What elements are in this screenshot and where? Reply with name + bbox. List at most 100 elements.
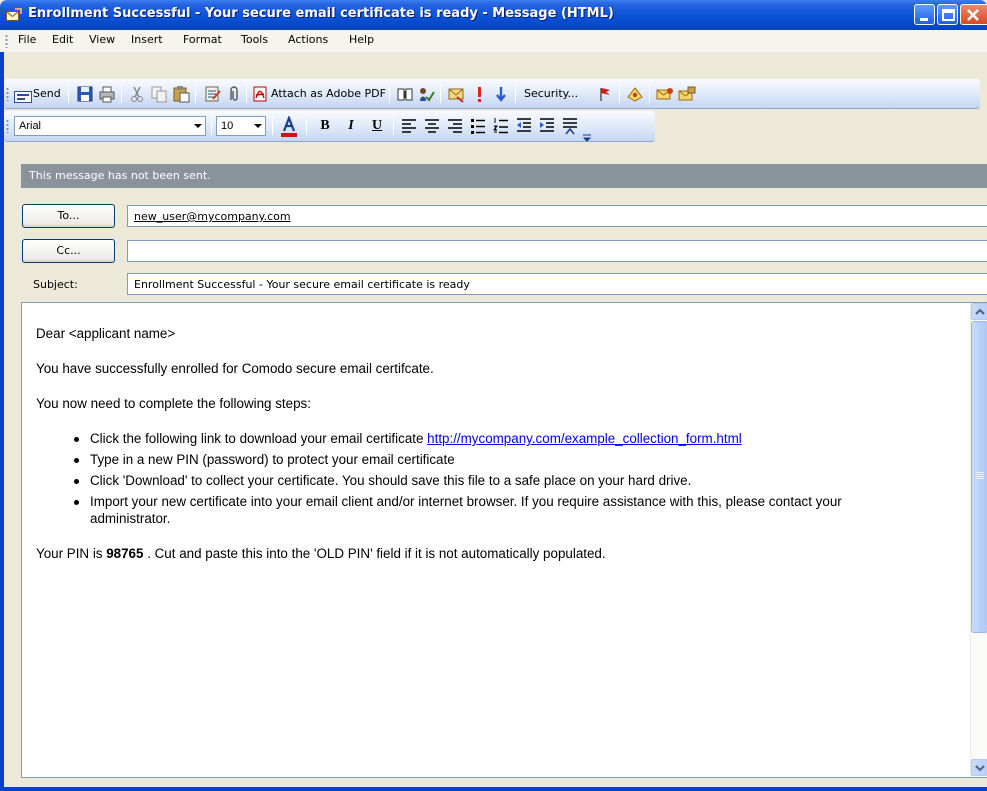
collection-form-link[interactable]: http://mycompany.com/example_collection_… xyxy=(427,431,742,446)
font-name-value: Arial xyxy=(19,120,42,132)
check-names-icon[interactable] xyxy=(396,85,414,103)
separator xyxy=(515,85,516,103)
separator xyxy=(393,117,394,135)
body-content[interactable]: Dear <applicant name> You have successfu… xyxy=(36,325,956,580)
separator xyxy=(389,85,390,103)
style-icon[interactable] xyxy=(561,117,579,135)
pin-text: Your PIN is 98765 . Cut and paste this i… xyxy=(36,545,956,562)
send-button[interactable]: Send xyxy=(33,87,61,100)
send-icon[interactable] xyxy=(14,88,32,103)
separator xyxy=(440,85,441,103)
list-item: Click the following link to download you… xyxy=(74,430,956,447)
greeting-text: Dear <applicant name> xyxy=(36,326,176,341)
menu-insert[interactable]: Insert xyxy=(131,33,163,46)
info-bar-text: This message has not been sent. xyxy=(29,169,211,182)
scroll-up-button[interactable] xyxy=(971,303,987,320)
address-book-icon[interactable] xyxy=(203,85,221,103)
steps-list: Click the following link to download you… xyxy=(74,430,956,527)
step1-text: Click the following link to download you… xyxy=(90,431,428,446)
attach-as-adobe-pdf-button[interactable]: Attach as Adobe PDF xyxy=(271,87,386,100)
scrollbar-thumb[interactable] xyxy=(971,321,987,633)
to-field[interactable]: new_user@mycompany.com xyxy=(127,205,987,227)
font-color-icon[interactable] xyxy=(279,114,299,138)
chevron-down-icon[interactable] xyxy=(191,117,205,135)
menu-bar: File Edit View Insert Format Tools Actio… xyxy=(0,30,987,52)
title-bar[interactable]: Enrollment Successful - Your secure emai… xyxy=(0,0,987,30)
underline-icon[interactable]: U xyxy=(366,116,388,136)
options-icon[interactable] xyxy=(447,85,465,103)
italic-icon[interactable]: I xyxy=(340,116,362,136)
toolbar-options-chevron-icon[interactable] xyxy=(582,128,592,142)
vertical-scrollbar[interactable] xyxy=(970,303,987,777)
enrolled-text: You have successfully enrolled for Comod… xyxy=(36,361,434,376)
pin-value: 98765 xyxy=(106,546,144,561)
security-button[interactable]: Security... xyxy=(524,87,578,100)
separator xyxy=(619,85,620,103)
align-left-icon[interactable] xyxy=(400,117,418,135)
menu-tools[interactable]: Tools xyxy=(241,33,268,46)
paste-icon[interactable] xyxy=(172,85,190,103)
decrease-indent-icon[interactable] xyxy=(515,117,533,135)
menu-help[interactable]: Help xyxy=(349,33,374,46)
standard-toolbar: Send Attach as Adobe PDF Security... xyxy=(4,79,980,109)
message-body[interactable]: Dear <applicant name> You have successfu… xyxy=(21,302,987,778)
toolbar-grip-icon[interactable] xyxy=(6,119,9,133)
check-spelling-icon[interactable] xyxy=(417,85,435,103)
digitally-sign-icon[interactable] xyxy=(656,85,674,103)
window-frame-bottom xyxy=(0,787,987,791)
list-item: Import your new certificate into your em… xyxy=(74,493,894,527)
menu-format[interactable]: Format xyxy=(183,33,222,46)
menu-view[interactable]: View xyxy=(89,33,115,46)
cc-button[interactable]: Cc... xyxy=(22,239,115,263)
list-item: Click 'Download' to collect your certifi… xyxy=(74,472,956,489)
maximize-button[interactable] xyxy=(937,4,958,25)
separator xyxy=(246,85,247,103)
list-item: Type in a new PIN (password) to protect … xyxy=(74,451,956,468)
cc-field[interactable] xyxy=(127,240,987,262)
font-size-combo[interactable]: 10 xyxy=(216,116,266,136)
separator xyxy=(649,85,650,103)
numbering-icon[interactable] xyxy=(492,117,510,135)
separator xyxy=(211,117,212,135)
pin-suffix: . Cut and paste this into the 'OLD PIN' … xyxy=(143,546,606,561)
scroll-down-button[interactable] xyxy=(971,759,987,776)
high-importance-icon[interactable] xyxy=(470,85,488,103)
compose-window: Enrollment Successful - Your secure emai… xyxy=(0,0,987,791)
encrypt-message-icon[interactable] xyxy=(678,85,696,103)
copy-icon[interactable] xyxy=(150,85,168,103)
separator xyxy=(121,85,122,103)
low-importance-icon[interactable] xyxy=(492,85,510,103)
permission-icon[interactable] xyxy=(626,85,644,103)
toolbar-grip-icon[interactable] xyxy=(6,87,9,101)
pin-prefix: Your PIN is xyxy=(36,546,107,561)
subject-field[interactable]: Enrollment Successful - Your secure emai… xyxy=(127,273,987,295)
attach-file-icon[interactable] xyxy=(224,85,242,103)
font-size-value: 10 xyxy=(221,120,234,132)
follow-up-flag-icon[interactable] xyxy=(596,85,614,103)
chevron-down-icon[interactable] xyxy=(251,117,265,135)
window-title: Enrollment Successful - Your secure emai… xyxy=(28,6,614,21)
font-name-combo[interactable]: Arial xyxy=(14,116,206,136)
envelope-icon xyxy=(6,7,22,21)
increase-indent-icon[interactable] xyxy=(538,117,556,135)
window-frame-left xyxy=(0,30,4,791)
align-center-icon[interactable] xyxy=(423,117,441,135)
close-button[interactable] xyxy=(960,4,987,25)
bullets-icon[interactable] xyxy=(469,117,487,135)
separator xyxy=(195,85,196,103)
minimize-button[interactable] xyxy=(914,4,935,25)
info-bar: This message has not been sent. xyxy=(21,164,987,188)
menu-file[interactable]: File xyxy=(18,33,36,46)
adobe-pdf-icon[interactable] xyxy=(251,85,269,103)
separator xyxy=(306,117,307,135)
bold-icon[interactable]: B xyxy=(314,116,336,136)
menu-actions[interactable]: Actions xyxy=(288,33,328,46)
cut-icon[interactable] xyxy=(128,85,146,103)
steps-intro-text: You now need to complete the following s… xyxy=(36,396,311,411)
print-icon[interactable] xyxy=(98,85,116,103)
menubar-grip-icon[interactable] xyxy=(5,34,8,48)
align-right-icon[interactable] xyxy=(446,117,464,135)
to-button[interactable]: To... xyxy=(22,204,115,228)
menu-edit[interactable]: Edit xyxy=(52,33,73,46)
save-icon[interactable] xyxy=(76,85,94,103)
